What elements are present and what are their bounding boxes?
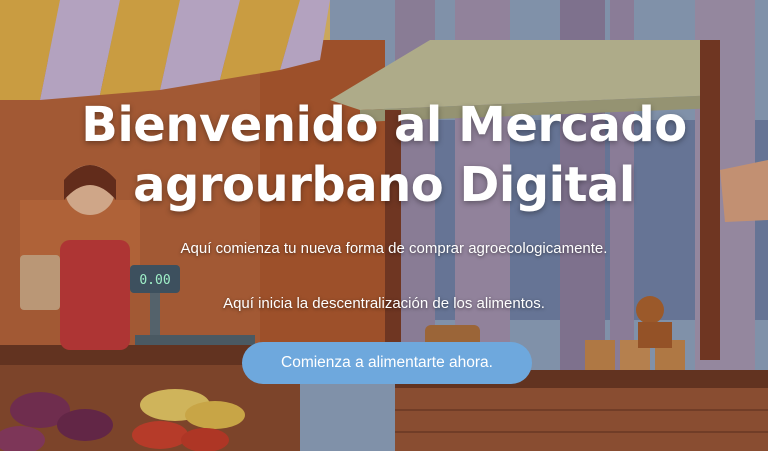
hero-title: Bienvenido al Mercado agrourbano Digital xyxy=(0,95,768,215)
hero-title-line-1: Bienvenido al Mercado xyxy=(81,97,687,153)
hero-content: Bienvenido al Mercado agrourbano Digital… xyxy=(0,0,768,451)
hero-title-line-2: agrourbano Digital xyxy=(133,157,635,213)
hero-subtitle-1: Aquí comienza tu nueva forma de comprar … xyxy=(180,240,608,257)
hero-subtitle-2: Aquí inicia la descentralización de los … xyxy=(223,295,545,312)
cta-button[interactable]: Comienza a alimentarte ahora. xyxy=(242,342,532,384)
hero-section: Bienvenido al Mercado agrourbano Digital… xyxy=(0,0,768,451)
